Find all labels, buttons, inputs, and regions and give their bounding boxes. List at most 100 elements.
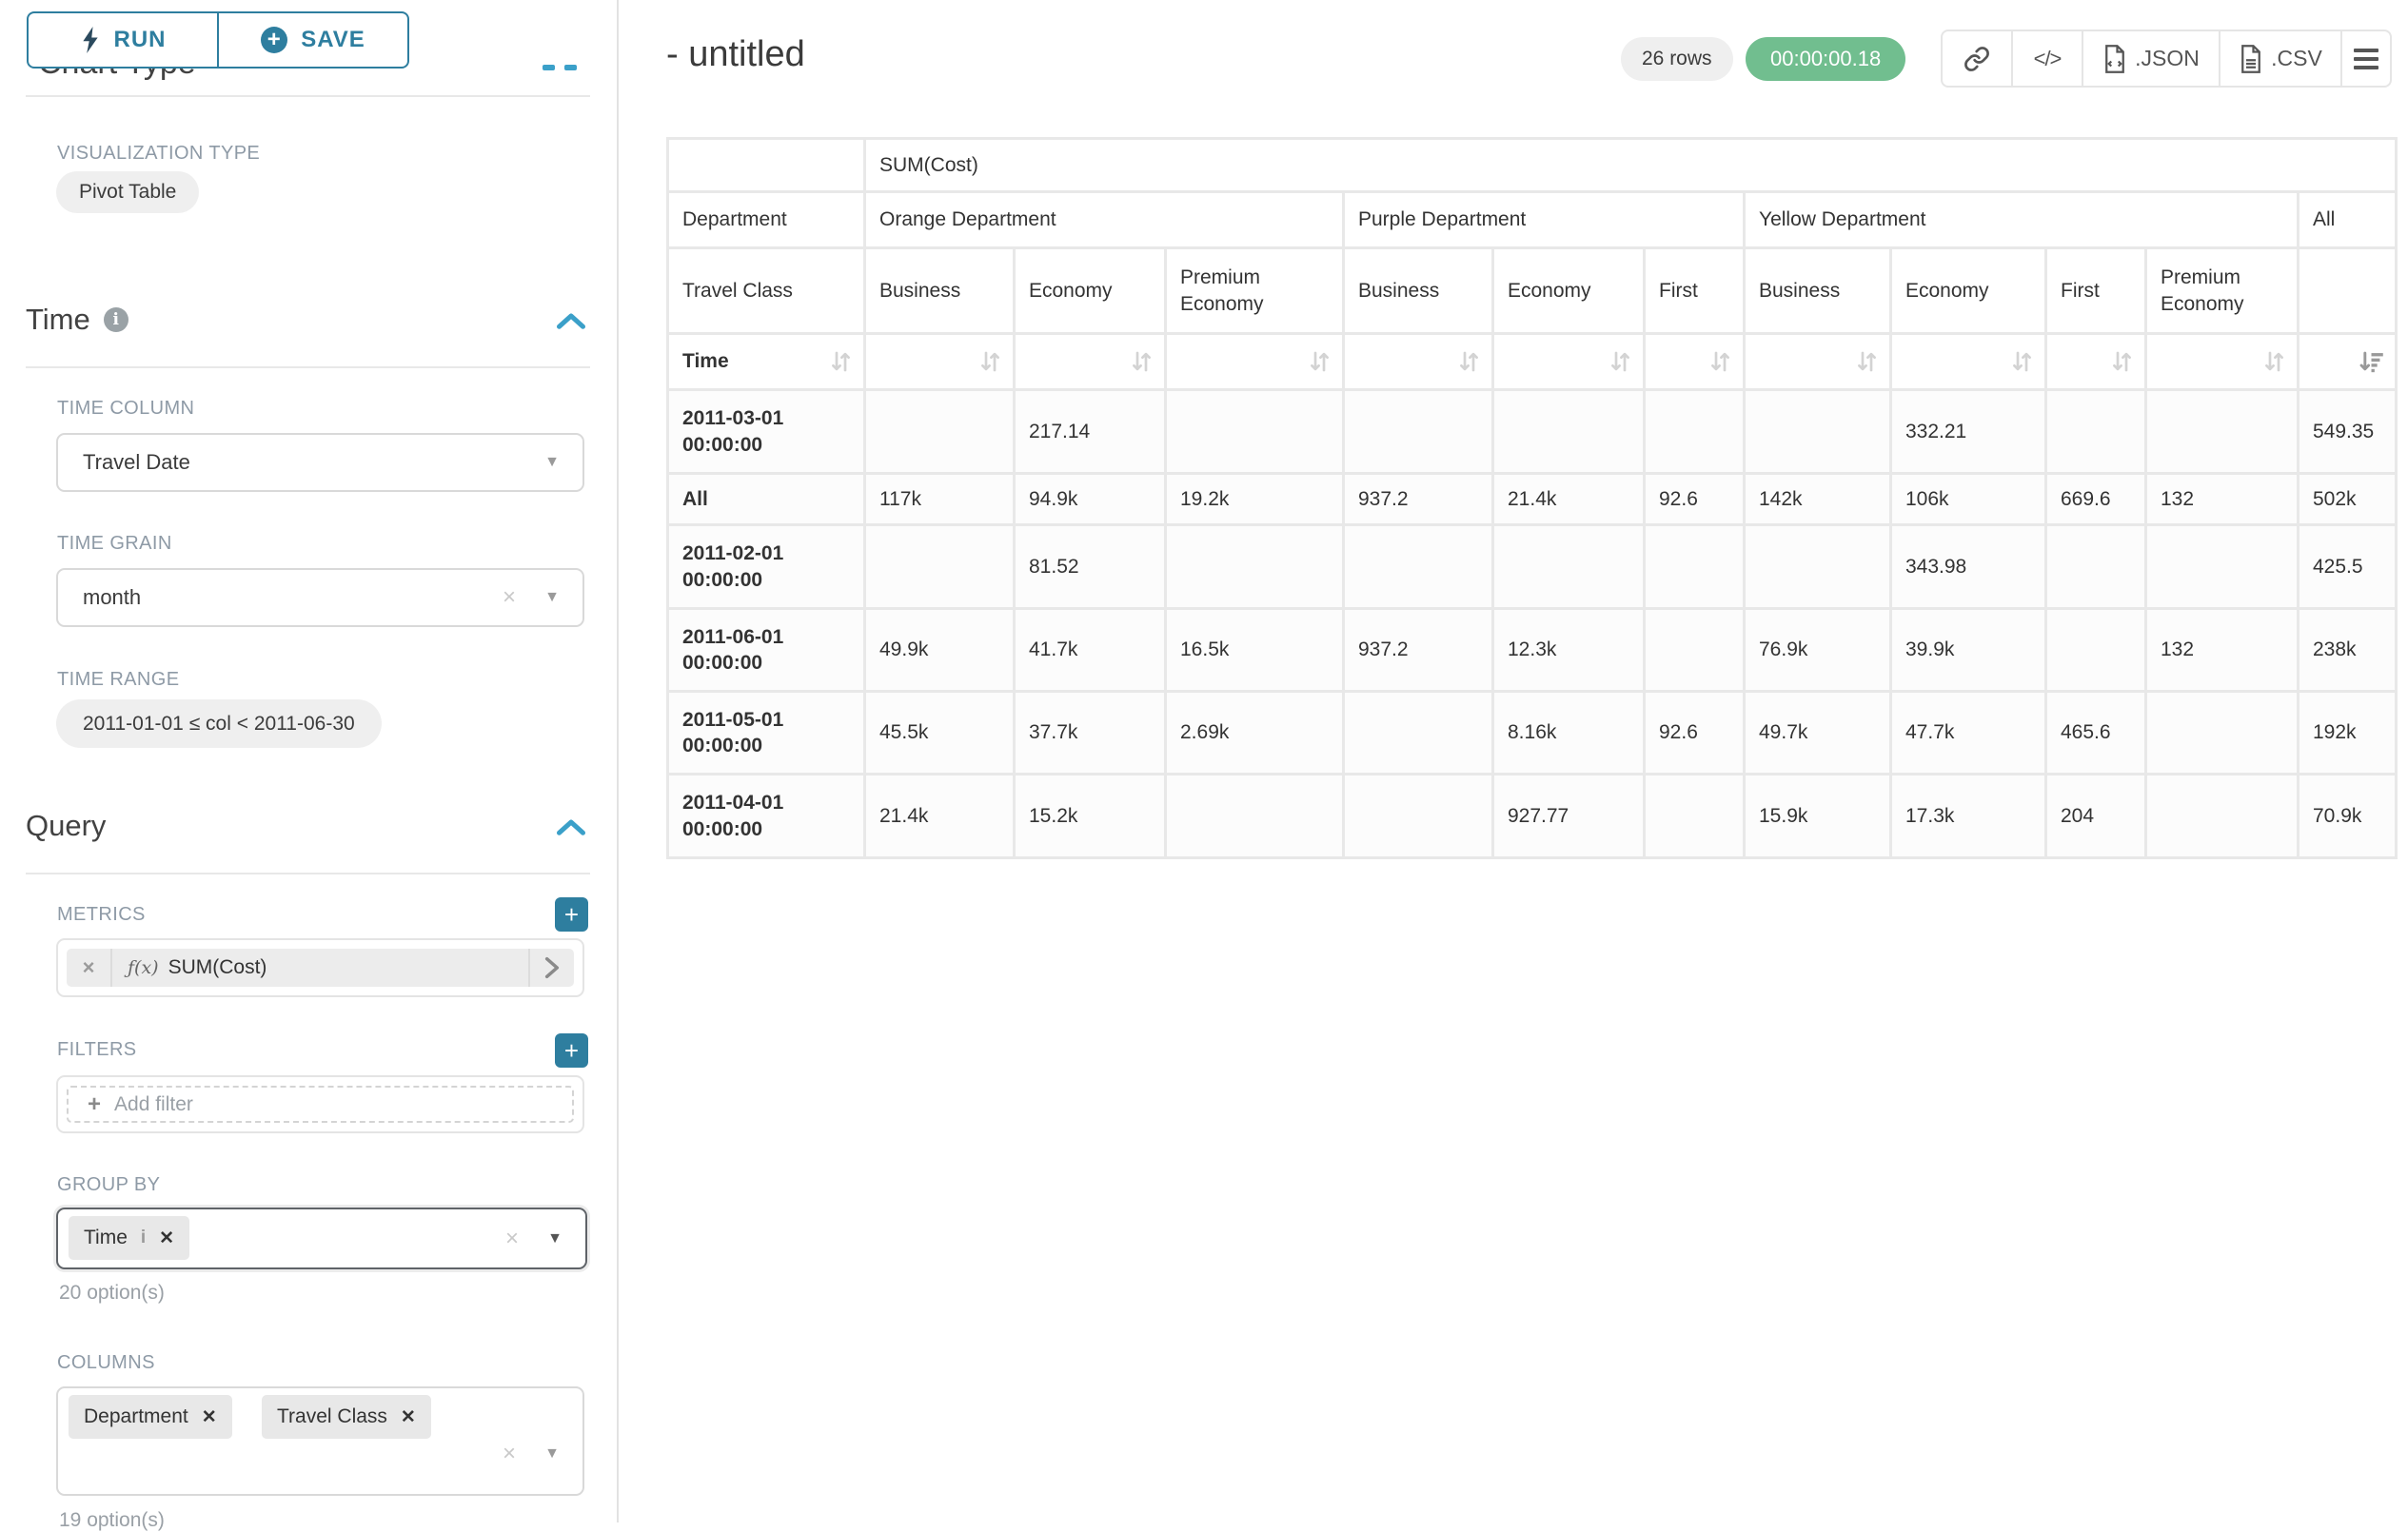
pivot-value-cell [1746,391,1889,472]
chart-title[interactable]: - untitled [666,34,805,75]
pivot-value-cell: 502k [2299,475,2395,523]
pivot-value-cell: 927.77 [1494,776,1643,856]
query-timer-badge: 00:00:00.18 [1746,37,1905,81]
group-by-select[interactable]: Time i ✕ × ▼ [56,1208,587,1269]
sort-icon[interactable] [2009,349,2035,375]
pivot-row-header: 2011-02-01 00:00:00 [669,526,863,607]
embed-code-button[interactable]: </> [2013,31,2083,86]
pivot-sort-header [1746,335,1889,388]
pivot-value-cell: 70.9k [2299,776,2395,856]
pivot-sort-header [1892,335,2044,388]
pivot-class-header[interactable]: First [1646,249,1743,332]
remove-metric-icon[interactable]: × [67,949,112,987]
copy-link-button[interactable] [1943,31,2013,86]
save-button[interactable]: + SAVE [219,13,407,67]
remove-chip-icon[interactable]: ✕ [159,1228,174,1249]
sort-icon[interactable] [1129,349,1155,375]
pivot-class-header[interactable]: Business [866,249,1013,332]
pivot-value-cell [2047,391,2144,472]
time-section-collapse-icon[interactable] [557,312,585,329]
query-section-collapse-icon[interactable] [557,818,585,835]
sort-icon[interactable] [1307,349,1332,375]
remove-chip-icon[interactable]: ✕ [202,1406,217,1428]
pivot-department-header[interactable]: All [2299,193,2395,246]
pivot-class-header[interactable] [2299,249,2395,332]
csv-file-icon [2239,45,2263,73]
pivot-data-row: 2011-04-01 00:00:0021.4k15.2k927.7715.9k… [669,776,2395,856]
add-metric-button[interactable]: + [555,897,588,932]
visualization-type-value[interactable]: Pivot Table [56,171,199,213]
pivot-value-cell: 204 [2047,776,2144,856]
export-csv-button[interactable]: .CSV [2220,31,2342,86]
pivot-department-header[interactable]: Orange Department [866,193,1342,246]
info-icon[interactable]: i [104,307,128,332]
pivot-sort-header [1016,335,1164,388]
pivot-class-header[interactable]: Premium Economy [2147,249,2297,332]
chip-label: Time [84,1227,128,1249]
metric-pill[interactable]: × ƒ(x) SUM(Cost) [67,949,574,987]
sort-icon[interactable] [1608,349,1633,375]
pivot-value-cell: 49.7k [1746,693,1889,773]
clear-icon[interactable]: × [503,1441,516,1467]
pivot-value-cell: 106k [1892,475,2044,523]
pivot-department-corner: Department [669,193,863,246]
pivot-sort-header [2047,335,2144,388]
pivot-class-header[interactable]: Economy [1016,249,1164,332]
sort-icon[interactable] [1456,349,1482,375]
add-filter-dropzone[interactable]: + Add filter [67,1086,574,1123]
info-icon[interactable]: i [141,1228,146,1248]
clear-icon[interactable]: × [505,1226,519,1252]
time-range-value[interactable]: 2011-01-01 ≤ col < 2011-06-30 [56,699,382,748]
pivot-value-cell: 343.98 [1892,526,2044,607]
pivot-value-cell: 332.21 [1892,391,2044,472]
pivot-value-cell: 142k [1746,475,1889,523]
columns-chip[interactable]: Department ✕ [69,1395,232,1439]
section-divider [26,95,590,97]
pivot-class-header[interactable]: Premium Economy [1167,249,1342,332]
section-divider [26,873,590,874]
more-options-button[interactable] [2342,31,2390,86]
pivot-department-header[interactable]: Purple Department [1345,193,1743,246]
sort-icon[interactable] [828,349,854,375]
filters-container: + Add filter [56,1075,584,1133]
sort-icon[interactable] [1707,349,1733,375]
pivot-class-header[interactable]: Business [1345,249,1491,332]
pivot-class-header[interactable]: Economy [1494,249,1643,332]
pivot-value-cell: 92.6 [1646,475,1743,523]
pivot-value-cell: 132 [2147,475,2297,523]
pivot-value-cell: 16.5k [1167,610,1342,690]
time-column-select[interactable]: Travel Date ▼ [56,433,584,492]
metric-expand-icon[interactable] [528,949,574,987]
sort-descending-active-icon[interactable] [2358,349,2385,375]
pivot-class-header[interactable]: Economy [1892,249,2044,332]
run-button[interactable]: RUN [29,13,219,67]
sort-icon[interactable] [2261,349,2287,375]
pivot-value-cell [866,526,1013,607]
pivot-value-cell: 2.69k [1167,693,1342,773]
pivot-department-header[interactable]: Yellow Department [1746,193,2297,246]
pivot-data-row: 2011-05-01 00:00:0045.5k37.7k2.69k8.16k9… [669,693,2395,773]
pivot-class-header[interactable]: First [2047,249,2144,332]
add-filter-button[interactable]: + [555,1033,588,1068]
columns-chip[interactable]: Travel Class ✕ [262,1395,431,1439]
section-divider [26,366,590,368]
pivot-value-cell: 19.2k [1167,475,1342,523]
group-by-chip[interactable]: Time i ✕ [69,1216,189,1260]
time-column-value: Travel Date [83,450,190,475]
clear-icon[interactable]: × [503,584,516,611]
sort-icon[interactable] [1854,349,1880,375]
pivot-value-cell: 21.4k [1494,475,1643,523]
pivot-table: SUM(Cost)DepartmentOrange DepartmentPurp… [666,137,2398,859]
chip-label: Department [84,1405,188,1428]
pivot-class-header[interactable]: Business [1746,249,1889,332]
time-grain-select[interactable]: month × ▼ [56,568,584,627]
export-json-button[interactable]: .JSON [2083,31,2220,86]
remove-chip-icon[interactable]: ✕ [401,1406,416,1428]
sort-icon[interactable] [2109,349,2135,375]
pivot-value-cell: 15.2k [1016,776,1164,856]
sort-icon[interactable] [977,349,1003,375]
pivot-value-cell [1167,776,1342,856]
columns-select[interactable]: Department ✕ Travel Class ✕ × ▼ [56,1386,584,1496]
query-section-title: Query [26,809,106,843]
columns-label: COLUMNS [57,1352,155,1374]
